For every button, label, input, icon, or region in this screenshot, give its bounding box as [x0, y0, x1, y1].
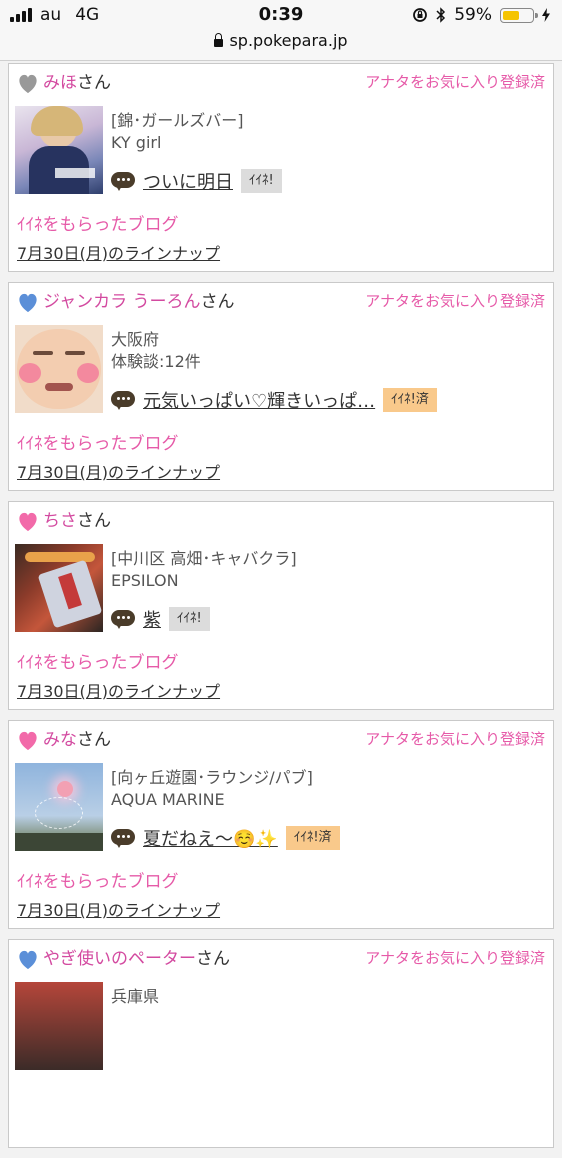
heart-icon: [19, 731, 37, 751]
url-bar[interactable]: sp.pokepara.jp: [0, 30, 562, 61]
card-header: みほさん アナタをお気に入り登録済: [17, 72, 545, 96]
iine-done-badge: ｲｲﾈ!済: [285, 826, 340, 850]
iine-button[interactable]: ｲｲﾈ!: [241, 169, 282, 193]
card-header: ジャンカラ うーろんさん アナタをお気に入り登録済: [17, 291, 545, 315]
cast-name: ちさ: [43, 511, 77, 531]
latest-blog-row: ついに明日 ｲｲﾈ!: [111, 167, 282, 195]
cast-photo[interactable]: [15, 106, 103, 194]
favorite-status: アナタをお気に入り登録済: [365, 292, 545, 310]
blog-title-link[interactable]: ついに明日: [143, 168, 233, 194]
shop-info: 兵庫県: [111, 986, 545, 1008]
shop-name: EPSILON: [111, 571, 179, 590]
shop-info: 大阪府 体験談:12件: [111, 329, 545, 373]
speech-bubble-icon: [111, 829, 135, 848]
iine-button[interactable]: ｲｲﾈ!: [169, 607, 210, 631]
shop-info: [中川区 高畑･キャバクラ] EPSILON: [111, 548, 545, 592]
cast-name-link[interactable]: みなさん: [43, 729, 111, 751]
rotation-lock-icon: [413, 8, 428, 22]
speech-bubble-icon: [111, 172, 135, 191]
shop-name: KY girl: [111, 133, 162, 152]
cast-card: ジャンカラ うーろんさん アナタをお気に入り登録済 大阪府 体験談:12件 元気…: [8, 282, 554, 491]
heart-icon: [19, 293, 37, 313]
cast-card: みなさん アナタをお気に入り登録済 [向ヶ丘遊園･ラウンジ/パブ] AQUA M…: [8, 720, 554, 929]
cast-card: みほさん アナタをお気に入り登録済 [錦･ガールズバー] KY girl ついに…: [8, 63, 554, 272]
url-text: sp.pokepara.jp: [229, 31, 348, 50]
shop-info: [向ヶ丘遊園･ラウンジ/パブ] AQUA MARINE: [111, 767, 545, 811]
cast-photo[interactable]: [15, 325, 103, 413]
latest-blog-row: 夏だねえ〜☺️✨ ｲｲﾈ!済: [111, 824, 340, 852]
charging-bolt-icon: [542, 8, 550, 22]
cast-name-link[interactable]: ジャンカラ うーろんさん: [43, 291, 235, 313]
blog-title-link[interactable]: 夏だねえ〜☺️✨: [143, 825, 278, 851]
blog-title-link[interactable]: 紫: [143, 606, 161, 632]
cast-name: みな: [43, 730, 77, 750]
status-bar: au 4G 0:39 59%: [0, 0, 562, 30]
cast-name: ジャンカラ うーろん: [43, 292, 201, 312]
blog-title-link[interactable]: 元気いっぱい♡輝きいっぱ…: [143, 387, 375, 413]
liked-blog-link[interactable]: ｲｲﾈをもらったブログ: [17, 210, 179, 235]
lock-icon: [214, 33, 224, 47]
heart-icon: [19, 74, 37, 94]
honorific: さん: [77, 511, 111, 531]
shop-area: 兵庫県: [111, 987, 160, 1006]
shop-area: [中川区 高畑･キャバクラ]: [111, 549, 297, 568]
honorific: さん: [77, 730, 111, 750]
battery-icon: [500, 7, 538, 23]
cast-card: ちささん [中川区 高畑･キャバクラ] EPSILON 紫 ｲｲﾈ! ｲｲﾈをも…: [8, 501, 554, 710]
lineup-link[interactable]: 7月30日(月)のラインナップ: [17, 678, 220, 702]
cast-photo[interactable]: [15, 544, 103, 632]
cast-photo[interactable]: [15, 982, 103, 1070]
honorific: さん: [200, 292, 235, 312]
latest-blog-row: 元気いっぱい♡輝きいっぱ… ｲｲﾈ!済: [111, 386, 437, 414]
favorite-feed: みほさん アナタをお気に入り登録済 [錦･ガールズバー] KY girl ついに…: [8, 63, 554, 1158]
latest-blog-row: 紫 ｲｲﾈ!: [111, 605, 210, 633]
favorite-status: アナタをお気に入り登録済: [365, 73, 545, 91]
honorific: さん: [77, 73, 111, 93]
cast-photo[interactable]: [15, 763, 103, 851]
battery-percent: 59%: [454, 5, 492, 25]
lineup-link[interactable]: 7月30日(月)のラインナップ: [17, 897, 220, 921]
heart-icon: [19, 950, 37, 970]
honorific: さん: [196, 949, 230, 969]
card-header: やぎ使いのペーターさん アナタをお気に入り登録済: [17, 948, 545, 972]
favorite-status: アナタをお気に入り登録済: [365, 949, 545, 967]
shop-info: [錦･ガールズバー] KY girl: [111, 110, 545, 154]
shop-area: 大阪府: [111, 330, 160, 349]
lineup-link[interactable]: 7月30日(月)のラインナップ: [17, 240, 220, 264]
liked-blog-link[interactable]: ｲｲﾈをもらったブログ: [17, 648, 179, 673]
cast-card: やぎ使いのペーターさん アナタをお気に入り登録済 兵庫県: [8, 939, 554, 1148]
cast-name: やぎ使いのペーター: [43, 949, 196, 969]
liked-blog-link[interactable]: ｲｲﾈをもらったブログ: [17, 867, 179, 892]
cast-name-link[interactable]: みほさん: [43, 72, 111, 94]
shop-name: AQUA MARINE: [111, 790, 225, 809]
cast-name: みほ: [43, 73, 77, 93]
cast-name-link[interactable]: やぎ使いのペーターさん: [43, 948, 230, 970]
shop-area: [錦･ガールズバー]: [111, 111, 244, 130]
bluetooth-icon: [436, 7, 446, 23]
shop-area: [向ヶ丘遊園･ラウンジ/パブ]: [111, 768, 313, 787]
liked-blog-link[interactable]: ｲｲﾈをもらったブログ: [17, 429, 179, 454]
iine-done-badge: ｲｲﾈ!済: [383, 388, 437, 412]
speech-bubble-icon: [111, 391, 135, 410]
card-header: ちささん: [17, 510, 545, 534]
favorite-status: アナタをお気に入り登録済: [365, 730, 545, 748]
speech-bubble-icon: [111, 610, 135, 629]
cast-name-link[interactable]: ちささん: [43, 510, 111, 532]
heart-icon: [19, 512, 37, 532]
battery-level: [503, 10, 519, 20]
card-header: みなさん アナタをお気に入り登録済: [17, 729, 545, 753]
lineup-link[interactable]: 7月30日(月)のラインナップ: [17, 459, 220, 483]
review-count: 体験談:12件: [111, 352, 201, 371]
